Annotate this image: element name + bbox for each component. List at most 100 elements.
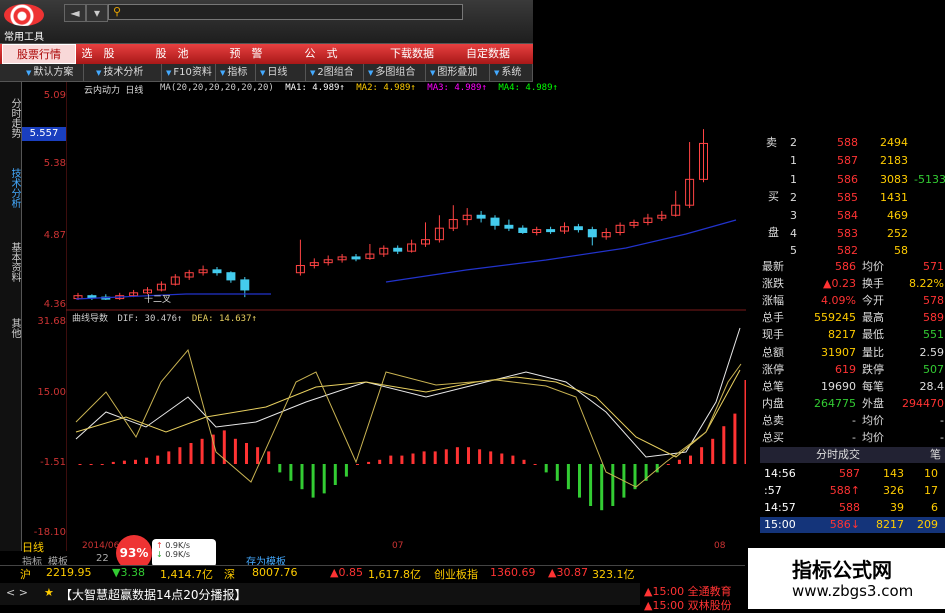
download-icon: ↓ xyxy=(156,550,166,559)
histogram-bar xyxy=(189,443,193,464)
toolbar-2-chart[interactable]: 2图组合 xyxy=(306,64,364,82)
ask-price: 588 xyxy=(837,136,858,149)
candle-body xyxy=(240,279,250,291)
ask-label: 卖 xyxy=(766,136,777,149)
tick-price: 587 xyxy=(839,467,860,480)
menu-download-data[interactable]: 下载数据 xyxy=(380,44,444,64)
bid-row[interactable]: 3 584 469 xyxy=(760,208,945,224)
tab-number[interactable]: 22 xyxy=(96,553,109,564)
tick-row[interactable]: 14:56 587 143 10 xyxy=(760,466,945,482)
toolbar-tech-analysis[interactable]: 技术分析 xyxy=(92,64,162,82)
stat-value: - xyxy=(852,431,856,444)
tick-row[interactable]: 15:00 586↓ 8217 209 xyxy=(760,517,945,533)
common-tools-label[interactable]: 常用工具 xyxy=(4,28,44,43)
tick-row[interactable]: 14:57 588 39 6 xyxy=(760,500,945,516)
stat-row[interactable]: 总笔 19690 每笔 28.4 xyxy=(760,379,945,395)
chart-area[interactable]: 2014/06 07 08 十二叉 xyxy=(66,82,746,552)
toolbar-overlay[interactable]: 图形叠加 xyxy=(426,64,490,82)
tick-price: 588↑ xyxy=(829,484,860,497)
histogram-bar xyxy=(378,459,382,464)
histogram-bar xyxy=(89,464,93,465)
histogram-bar xyxy=(367,461,371,464)
stat-value-2: 294470 xyxy=(902,397,944,410)
stat-value-2: 507 xyxy=(923,363,944,376)
bid-row[interactable]: 1 586 3083 -5133 xyxy=(760,172,945,188)
candle-body xyxy=(87,295,97,299)
ytick-ind-3: -18.10 xyxy=(33,527,66,538)
back-button[interactable]: ◄ xyxy=(64,4,86,22)
candle-body xyxy=(393,247,403,252)
toolbar-f10[interactable]: F10资料 xyxy=(162,64,216,82)
stat-value: 19690 xyxy=(821,380,856,393)
stat-row[interactable]: 涨幅 4.09% 今开 578 xyxy=(760,293,945,309)
stat-row[interactable]: 总卖 - 均价 - xyxy=(760,413,945,429)
tab-tech-analysis[interactable]: 技术分析 xyxy=(2,158,20,218)
stat-row[interactable]: 总买 - 均价 - xyxy=(760,430,945,446)
stat-value: 264775 xyxy=(814,397,856,410)
tick-count: 209 xyxy=(917,518,938,531)
menu-stock-pool[interactable]: 股 池 xyxy=(152,44,192,64)
candle-body xyxy=(476,214,486,219)
histogram-bar xyxy=(666,464,670,465)
stat-value-2: 551 xyxy=(923,328,944,341)
histogram-bar xyxy=(689,455,692,464)
sz-change: ▲0.85 xyxy=(330,566,363,579)
stat-row[interactable]: 涨跌 ▲0.23 换手 8.22% xyxy=(760,276,945,292)
ask-row[interactable]: 卖 2 588 2494 xyxy=(760,135,945,151)
ytick-ind-2: -1.51 xyxy=(40,457,66,468)
candle-body xyxy=(546,229,556,233)
news-right-2[interactable]: ▲15:00 双林股份 xyxy=(644,597,732,613)
stat-row[interactable]: 总额 31907 量比 2.59 xyxy=(760,345,945,361)
ask-volume: 2494 xyxy=(880,136,908,149)
toolbar-multi-chart[interactable]: 多图组合 xyxy=(364,64,426,82)
toolbar-default-scheme[interactable]: 默认方案 xyxy=(22,64,84,82)
bid-label-row[interactable]: 买 xyxy=(760,189,945,205)
tab-intraday[interactable]: 分时走势 xyxy=(2,88,20,148)
watermark-url: www.zbgs3.com xyxy=(792,582,914,600)
signal-line xyxy=(75,348,742,488)
toolbar-daily[interactable]: 日线 xyxy=(256,64,306,82)
stat-row[interactable]: 内盘 264775 外盘 294470 xyxy=(760,396,945,412)
stat-row[interactable]: 最新 586 均价 571 xyxy=(760,259,945,275)
ask-row[interactable]: 1 587 2183 xyxy=(760,153,945,169)
menu-alert[interactable]: 预 警 xyxy=(226,44,266,64)
forward-dropdown-button[interactable]: ▾ xyxy=(86,4,108,22)
tab-other[interactable]: 其他 xyxy=(2,308,20,348)
stat-value: 4.09% xyxy=(821,294,856,307)
news-nav-icon[interactable]: < > xyxy=(6,586,28,599)
stat-value-2: 28.4 xyxy=(919,380,945,393)
histogram-bar xyxy=(278,464,282,473)
bid-row[interactable]: 5 582 58 xyxy=(760,243,945,259)
stat-value: 586 xyxy=(835,260,856,273)
watermark: 指标公式网 www.zbgs3.com xyxy=(748,548,945,609)
tick-tab-row[interactable]: 分时成交 笔 xyxy=(760,447,945,463)
stat-row[interactable]: 现手 8217 最低 551 xyxy=(760,327,945,343)
tick-row[interactable]: :57 588↑ 326 17 xyxy=(760,483,945,499)
toolbar-system[interactable]: 系统 xyxy=(490,64,533,82)
tab-basic-info[interactable]: 基本资料 xyxy=(2,232,20,292)
menu-formula[interactable]: 公 式 xyxy=(298,44,344,64)
sh-label: 沪 xyxy=(20,568,31,581)
menu-stock-select[interactable]: 选 股 xyxy=(78,44,118,64)
histogram-bar xyxy=(300,464,304,490)
histogram-bar xyxy=(500,453,504,464)
histogram-bar xyxy=(322,464,326,494)
histogram-bar xyxy=(433,451,437,464)
stat-label-2: 均价 xyxy=(862,414,884,427)
search-icon[interactable]: ⚲ xyxy=(113,5,121,18)
menu-custom-data[interactable]: 自定数据 xyxy=(456,44,520,64)
toolbar-indicator[interactable]: 指标 xyxy=(216,64,256,82)
histogram-bar xyxy=(677,459,681,464)
histogram-bar xyxy=(256,447,260,464)
bid-label-row2[interactable]: 盘 xyxy=(760,225,945,241)
app-logo-icon[interactable] xyxy=(4,4,44,26)
stat-row[interactable]: 总手 559245 最高 589 xyxy=(760,310,945,326)
histogram-bar xyxy=(78,464,82,465)
news-headline[interactable]: 【大智慧超赢数据14点20分播报】 xyxy=(60,586,247,603)
ytick-ind-1: 15.00 xyxy=(37,387,66,398)
stat-row[interactable]: 涨停 619 跌停 507 xyxy=(760,362,945,378)
histogram-bar xyxy=(400,455,404,464)
search-input[interactable] xyxy=(108,4,463,20)
menu-quotes[interactable]: 股票行情 xyxy=(2,44,76,64)
ytick-main-2: 5.38 xyxy=(43,158,66,169)
